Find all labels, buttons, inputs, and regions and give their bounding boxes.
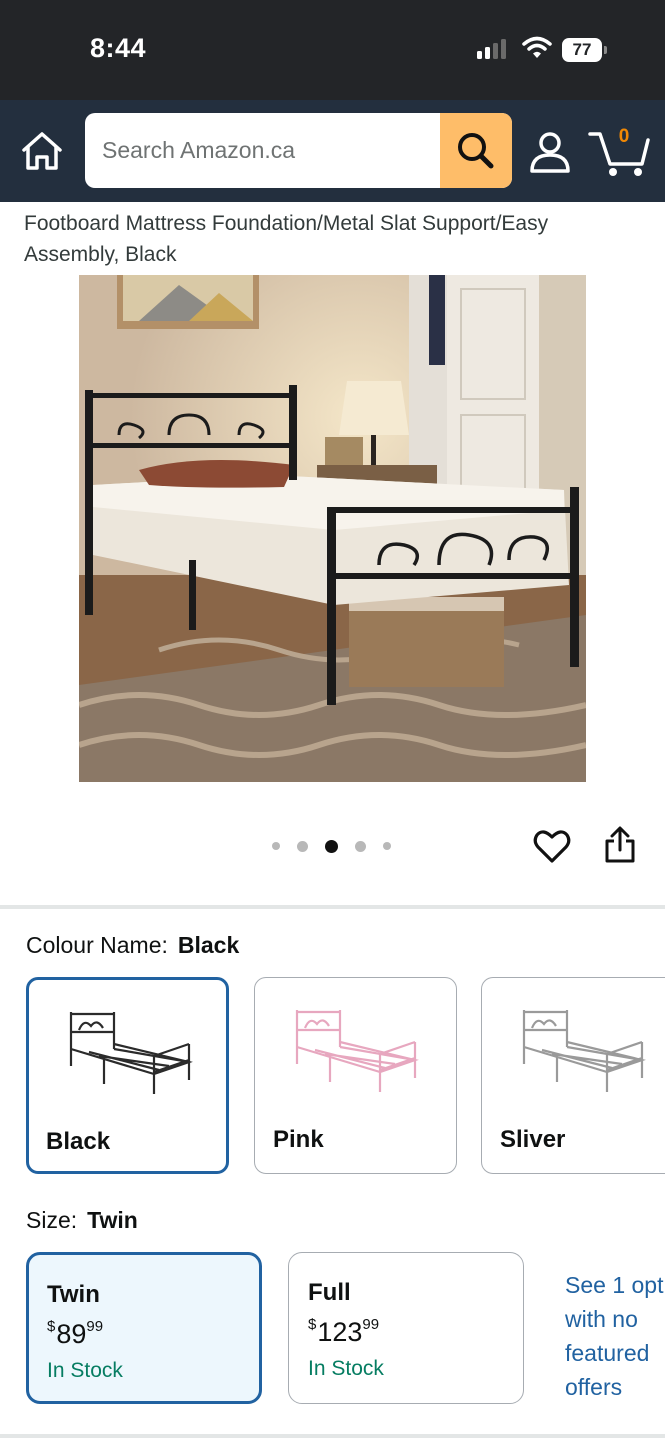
size-option-full[interactable]: Full $12399 In Stock — [288, 1252, 524, 1404]
price-cents: 99 — [362, 1316, 380, 1333]
section-divider — [0, 1434, 665, 1438]
share-icon[interactable] — [604, 826, 636, 864]
bed-frame-thumbnail — [69, 1012, 193, 1094]
see-more-options-link[interactable]: See 1 option with no featured offers — [565, 1268, 665, 1404]
colour-option-black[interactable]: Black — [26, 977, 229, 1174]
price-dollars: 123 — [317, 1317, 363, 1347]
size-label: Size: Twin — [26, 1207, 138, 1234]
cellular-signal-icon — [477, 39, 506, 59]
search-icon — [458, 132, 494, 168]
account-icon[interactable] — [528, 130, 572, 174]
price-currency: $ — [47, 1318, 56, 1335]
colour-option-label: Sliver — [500, 1126, 566, 1153]
status-bar: 8:44 77 — [0, 0, 665, 100]
bed-photo — [79, 275, 586, 782]
amazon-header: 0 — [0, 100, 665, 202]
colour-option-pink[interactable]: Pink — [254, 977, 457, 1174]
colour-selected-value: Black — [177, 932, 240, 958]
colour-label-text: Colour Name: — [26, 932, 168, 958]
cart-button[interactable]: 0 — [588, 124, 652, 178]
battery-icon: 77 — [562, 38, 608, 62]
search-button[interactable] — [440, 113, 512, 188]
colour-option-label: Black — [46, 1128, 111, 1155]
price-dollars: 89 — [56, 1319, 87, 1349]
pager-dot[interactable] — [355, 840, 366, 852]
pager-dot[interactable] — [383, 842, 391, 850]
size-option-name: Twin — [47, 1281, 100, 1308]
size-option-price: $8999 — [47, 1318, 104, 1350]
bed-frame-thumbnail — [522, 1010, 646, 1092]
size-option-name: Full — [308, 1279, 351, 1306]
search-bar — [85, 113, 512, 188]
wishlist-heart-icon[interactable] — [533, 828, 571, 864]
search-input[interactable] — [85, 113, 440, 188]
stock-status: In Stock — [47, 1359, 123, 1382]
price-cents: 99 — [86, 1318, 104, 1335]
product-image[interactable] — [79, 275, 586, 782]
size-option-price: $12399 — [308, 1316, 380, 1348]
image-pager[interactable] — [272, 838, 391, 854]
pager-dot[interactable] — [297, 840, 308, 852]
section-divider — [0, 905, 665, 909]
bed-frame-thumbnail — [295, 1010, 419, 1092]
wifi-icon — [522, 36, 552, 58]
price-currency: $ — [308, 1316, 317, 1333]
colour-option-label: Pink — [273, 1126, 324, 1153]
colour-label: Colour Name: Black — [26, 932, 239, 959]
pager-dot[interactable] — [272, 842, 280, 850]
battery-level: 77 — [562, 38, 602, 62]
cart-count: 0 — [618, 126, 630, 147]
size-option-twin[interactable]: Twin $8999 In Stock — [26, 1252, 262, 1404]
home-icon[interactable] — [20, 130, 64, 172]
status-time: 8:44 — [90, 33, 147, 63]
colour-option-sliver[interactable]: Sliver — [481, 977, 665, 1174]
size-selected-value: Twin — [87, 1207, 138, 1233]
size-label-text: Size: — [26, 1207, 78, 1233]
pager-dot-active[interactable] — [325, 839, 338, 853]
stock-status: In Stock — [308, 1357, 384, 1380]
product-title[interactable]: Footboard Mattress Foundation/Metal Slat… — [24, 208, 644, 270]
